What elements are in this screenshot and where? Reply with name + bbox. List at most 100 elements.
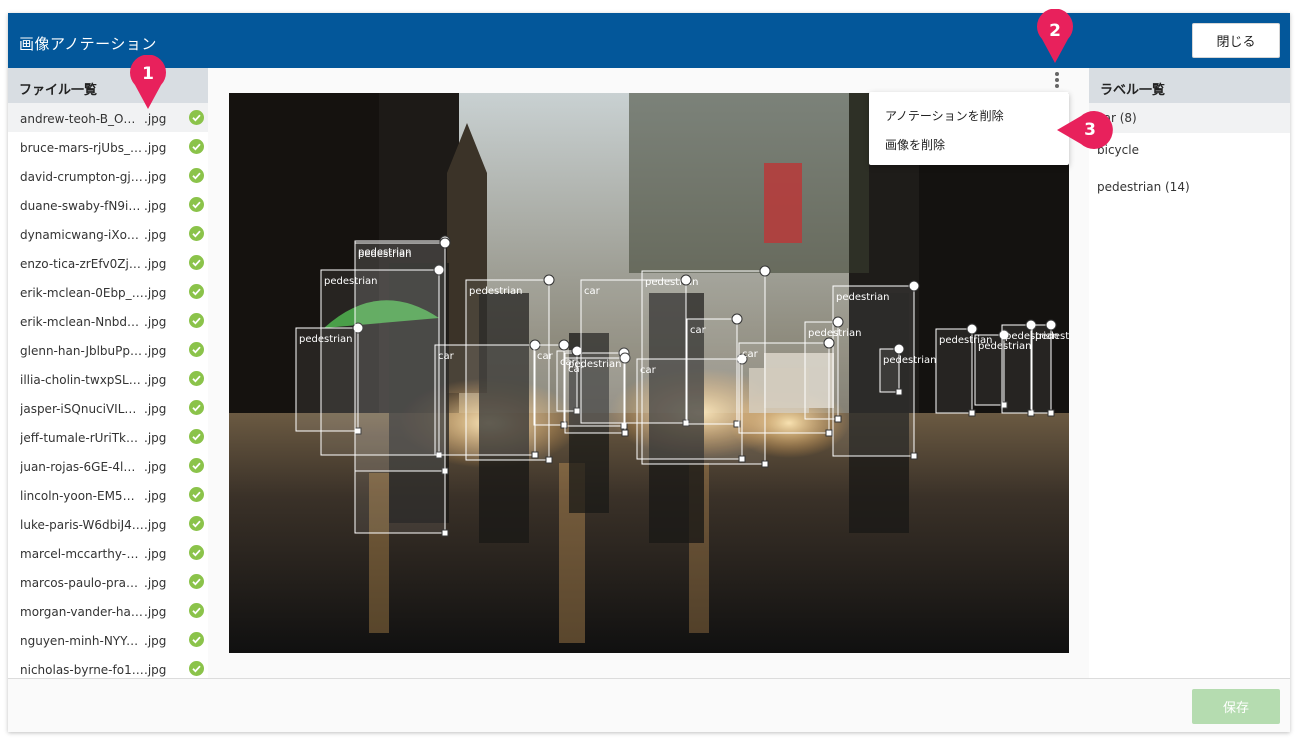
file-list-item[interactable]: jeff-tumale-rUriTk4wC....jpg	[8, 422, 208, 451]
label-list-title: ラベル一覧	[1089, 68, 1290, 103]
resize-handle[interactable]	[761, 460, 769, 468]
file-name: luke-paris-W6dbiJ4q9...	[20, 518, 144, 532]
check-circle-icon	[189, 139, 204, 154]
bounding-box-label: pedestrian	[808, 328, 862, 339]
file-list-item[interactable]: nicholas-byrne-fo16H....jpg	[8, 654, 208, 678]
check-circle-icon	[189, 255, 204, 270]
delete-box-icon[interactable]	[893, 343, 905, 355]
resize-handle[interactable]	[621, 429, 629, 437]
delete-box-icon[interactable]	[439, 237, 451, 249]
file-name: erik-mclean-NnbddvM...	[20, 315, 144, 329]
file-list-item[interactable]: illia-cholin-twxpSL6-Q....jpg	[8, 364, 208, 393]
check-circle-icon	[189, 487, 204, 502]
label-list-item[interactable]: pedestrian (14)	[1089, 170, 1290, 207]
resize-handle[interactable]	[738, 455, 746, 463]
file-list-item[interactable]: david-crumpton-gjOk....jpg	[8, 161, 208, 190]
resize-handle[interactable]	[895, 388, 903, 396]
app-title: 画像アノテーション	[19, 35, 157, 53]
file-list-item[interactable]: marcel-mccarthy-Gm....jpg	[8, 538, 208, 567]
file-list-item[interactable]: jasper-iSQnuciVILw-u... .jpg	[8, 393, 208, 422]
check-circle-icon	[189, 110, 204, 125]
bounding-box-rect[interactable]	[832, 285, 915, 457]
file-list-item[interactable]: erik-mclean-0Ebp_zF... .jpg	[8, 277, 208, 306]
delete-box-icon[interactable]	[759, 265, 771, 277]
resize-handle[interactable]	[545, 456, 553, 464]
file-name: glenn-han-JblbuPpKzr...	[20, 344, 144, 358]
delete-annotations-menu-item[interactable]: アノテーションを削除	[869, 99, 1069, 128]
file-list-item[interactable]: duane-swaby-fN9izUG....jpg	[8, 190, 208, 219]
bounding-box[interactable]: pedestrian	[295, 322, 364, 435]
check-circle-icon	[189, 226, 204, 241]
file-name: bruce-mars-rjUbs_sH...	[20, 141, 144, 155]
file-list-item[interactable]: juan-rojas-6GE-4lD-YH....jpg	[8, 451, 208, 480]
file-extension: .jpg	[144, 112, 167, 126]
resize-handle[interactable]	[834, 415, 842, 423]
file-name: andrew-teoh-B_OWFtr....	[20, 112, 144, 126]
resize-handle[interactable]	[531, 451, 539, 459]
file-extension: .jpg	[144, 576, 167, 590]
bounding-box-label: car	[537, 351, 554, 362]
file-name: nguyen-minh-NYYu4f...	[20, 634, 144, 648]
bounding-box[interactable]: car	[434, 339, 541, 459]
more-options-icon[interactable]	[1047, 70, 1067, 92]
file-list-item[interactable]: nguyen-minh-NYYu4f... .jpg	[8, 625, 208, 654]
delete-box-icon[interactable]	[731, 313, 743, 325]
delete-box-icon[interactable]	[823, 337, 835, 349]
bounding-box-rect[interactable]	[354, 242, 446, 534]
label-list-item[interactable]: bicycle	[1089, 133, 1290, 170]
check-circle-icon	[189, 400, 204, 415]
file-extension: .jpg	[144, 518, 167, 532]
label-list-item[interactable]: car (8)	[1089, 103, 1290, 133]
bounding-box-label: pedestrian	[299, 334, 353, 345]
file-list-item[interactable]: morgan-vander-hart-i....jpg	[8, 596, 208, 625]
file-list-item[interactable]: glenn-han-JblbuPpKzr....jpg	[8, 335, 208, 364]
annotation-image[interactable]: pedestrian pedestrian pedestrian pedestrian…	[229, 93, 1069, 653]
delete-box-icon[interactable]	[680, 274, 692, 286]
file-list-item[interactable]: marcos-paulo-prado-... .jpg	[8, 567, 208, 596]
file-list-item[interactable]: dynamicwang-iXoWru....jpg	[8, 219, 208, 248]
delete-box-icon[interactable]	[966, 323, 978, 335]
delete-box-icon[interactable]	[832, 316, 844, 328]
file-list-item[interactable]: erik-mclean-NnbddvM....jpg	[8, 306, 208, 335]
file-extension: .jpg	[144, 170, 167, 184]
file-list-item[interactable]: bruce-mars-rjUbs_sH... .jpg	[8, 132, 208, 161]
bounding-box-label: pedestrian	[1035, 331, 1069, 342]
check-circle-icon	[189, 168, 204, 183]
bounding-box-label: car	[690, 325, 707, 336]
delete-image-menu-item[interactable]: 画像を削除	[869, 128, 1069, 157]
bounding-box-label: pedestrian	[883, 355, 937, 366]
save-button[interactable]: 保存	[1192, 689, 1280, 724]
marker-number: 2	[1049, 21, 1061, 41]
bounding-box[interactable]: car	[686, 313, 743, 428]
file-list-item[interactable]: lincoln-yoon-EM5Qp2....jpg	[8, 480, 208, 509]
file-name: dynamicwang-iXoWru...	[20, 228, 144, 242]
delete-box-icon[interactable]	[558, 339, 570, 351]
file-name: lincoln-yoon-EM5Qp2...	[20, 489, 144, 503]
delete-box-icon[interactable]	[543, 274, 555, 286]
resize-handle[interactable]	[910, 452, 918, 460]
file-extension: .jpg	[144, 199, 167, 213]
close-button[interactable]: 閉じる	[1192, 23, 1280, 58]
file-extension: .jpg	[144, 489, 167, 503]
resize-handle[interactable]	[1047, 409, 1055, 417]
file-list-item[interactable]: enzo-tica-zrEfv0Zjx2Y-....jpg	[8, 248, 208, 277]
callout-marker-3: 3	[1055, 108, 1113, 150]
bounding-box[interactable]: pedestrian	[832, 280, 920, 460]
delete-box-icon[interactable]	[1045, 319, 1057, 331]
file-name: illia-cholin-twxpSL6-Q...	[20, 373, 144, 387]
resize-handle[interactable]	[441, 529, 449, 537]
bounding-box[interactable]: car	[738, 337, 835, 437]
check-circle-icon	[189, 284, 204, 299]
file-name: enzo-tica-zrEfv0Zjx2Y-...	[20, 257, 144, 271]
file-list-item[interactable]: andrew-teoh-B_OWFtr.....jpg	[8, 103, 208, 132]
image-context-menu: アノテーションを削除 画像を削除	[869, 92, 1069, 165]
delete-box-icon[interactable]	[908, 280, 920, 292]
resize-handle[interactable]	[825, 429, 833, 437]
resize-handle[interactable]	[968, 409, 976, 417]
file-extension: .jpg	[144, 547, 167, 561]
bounding-box-label: car	[640, 365, 657, 376]
check-circle-icon	[189, 458, 204, 473]
file-list-item[interactable]: luke-paris-W6dbiJ4q9....jpg	[8, 509, 208, 538]
file-list: andrew-teoh-B_OWFtr.....jpgbruce-mars-rj…	[8, 103, 208, 678]
file-list-title: ファイル一覧	[8, 68, 208, 103]
